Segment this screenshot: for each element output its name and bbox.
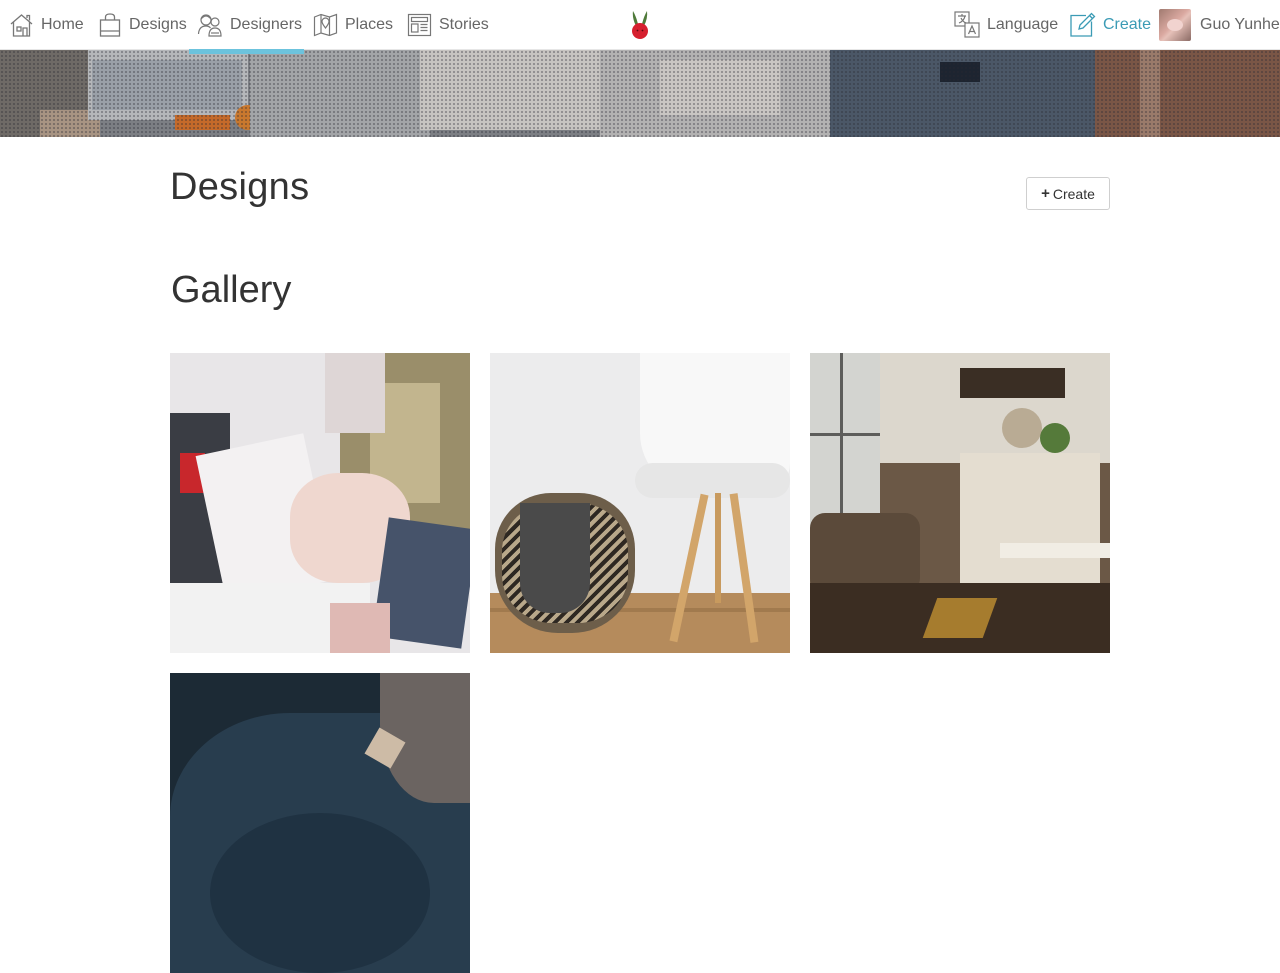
nav-user-name: Guo Yunhe (1200, 16, 1280, 33)
designers-icon (197, 12, 223, 38)
plus-icon: + (1041, 185, 1050, 202)
gallery-title: Gallery (171, 269, 292, 311)
nav-designers-label: Designers (230, 16, 303, 33)
nav-create[interactable]: Create (1069, 0, 1151, 50)
nav-designs[interactable]: Designs (98, 0, 187, 50)
home-icon (9, 12, 34, 38)
nav-places[interactable]: Places (313, 0, 393, 50)
page-title: Designs (170, 166, 310, 208)
shopping-bag-icon (98, 12, 122, 38)
gallery-item[interactable] (490, 353, 790, 653)
avatar (1159, 9, 1191, 41)
nav-user[interactable]: Guo Yunhe (1159, 0, 1280, 50)
translate-icon (954, 11, 980, 39)
create-button-label: Create (1052, 185, 1095, 202)
edit-icon (1069, 12, 1096, 38)
top-navigation: Home Designs Designers Places Stories La… (0, 0, 1280, 50)
nav-create-label: Create (1103, 16, 1152, 33)
nav-language[interactable]: Language (954, 0, 1058, 50)
radish-logo-icon[interactable] (628, 8, 652, 42)
nav-designs-label: Designs (129, 16, 187, 33)
nav-designers[interactable]: Designers (197, 0, 302, 50)
nav-stories[interactable]: Stories (407, 0, 489, 50)
nav-stories-label: Stories (439, 16, 489, 33)
active-tab-indicator (189, 49, 304, 54)
map-icon (313, 12, 338, 38)
gallery-item[interactable] (170, 353, 470, 653)
nav-home[interactable]: Home (9, 0, 84, 50)
gallery-item[interactable] (170, 673, 470, 973)
create-design-button[interactable]: + Create (1026, 177, 1110, 210)
header-banner-image (0, 50, 1280, 137)
gallery-item[interactable] (810, 353, 1110, 653)
nav-home-label: Home (41, 16, 84, 33)
nav-places-label: Places (345, 16, 394, 33)
newspaper-icon (407, 12, 432, 38)
nav-language-label: Language (987, 16, 1059, 33)
